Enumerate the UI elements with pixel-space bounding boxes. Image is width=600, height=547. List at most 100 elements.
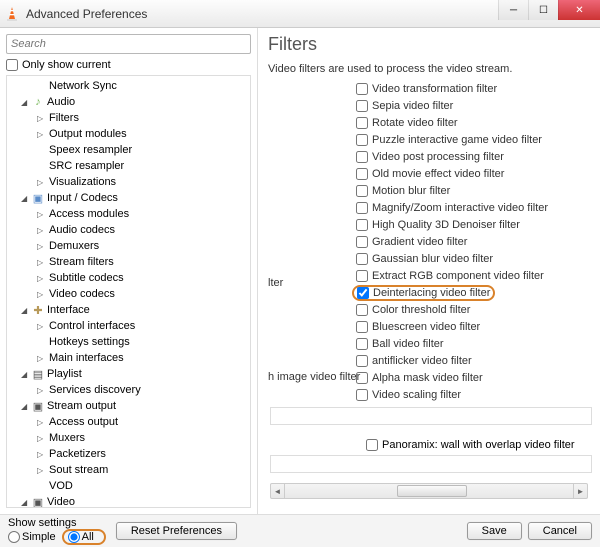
save-button[interactable]: Save — [467, 522, 522, 540]
filter-checkbox[interactable] — [357, 287, 369, 299]
page-subtitle: Video filters are used to process the vi… — [268, 63, 592, 75]
filter-checkbox[interactable] — [356, 338, 368, 350]
filter-label: High Quality 3D Denoiser filter — [372, 219, 520, 231]
tree-item-sout-stream[interactable]: ▷Sout stream — [7, 462, 250, 478]
only-show-current-label: Only show current — [22, 59, 111, 71]
tree-item-audio-filters[interactable]: ▷Filters — [7, 110, 250, 126]
filter-row: Bluescreen video filter — [266, 319, 592, 335]
filter-checkbox[interactable] — [356, 151, 368, 163]
filter-label: Ball video filter — [372, 338, 444, 350]
filter-label: Video transformation filter — [372, 83, 497, 95]
only-show-current-checkbox[interactable] — [6, 59, 18, 71]
minimize-button[interactable]: ─ — [498, 0, 528, 20]
right-panel: Filters Video filters are used to proces… — [258, 28, 600, 514]
filter-checkbox[interactable] — [356, 355, 368, 367]
filter-checkbox[interactable] — [356, 168, 368, 180]
scroll-right-icon[interactable]: ► — [573, 484, 587, 498]
tree-item-access-modules[interactable]: ▷Access modules — [7, 206, 250, 222]
filter-row: Gaussian blur video filter — [266, 251, 592, 267]
radio-simple[interactable]: Simple — [8, 531, 56, 543]
close-button[interactable]: ✕ — [558, 0, 600, 20]
tree-item-stream-output[interactable]: ◢▣Stream output — [7, 398, 250, 414]
tree-item-visualizations[interactable]: ▷Visualizations — [7, 174, 250, 190]
tree-item-audio-codecs[interactable]: ▷Audio codecs — [7, 222, 250, 238]
tree-item-vod[interactable]: VOD — [7, 478, 250, 494]
filter-checkbox[interactable] — [356, 321, 368, 333]
tree-item-hotkeys-settings[interactable]: Hotkeys settings — [7, 334, 250, 350]
tree-item-interface[interactable]: ◢✚Interface — [7, 302, 250, 318]
tree-item-muxers[interactable]: ▷Muxers — [7, 430, 250, 446]
filter-row: Deinterlacing video filter — [266, 285, 592, 301]
filter-label: Video scaling filter — [372, 389, 461, 401]
filter-label: Color threshold filter — [372, 304, 470, 316]
filter-row: High Quality 3D Denoiser filter — [266, 217, 592, 233]
preferences-tree[interactable]: Network Sync ◢♪Audio ▷Filters ▷Output mo… — [6, 75, 251, 508]
tree-item-packetizers[interactable]: ▷Packetizers — [7, 446, 250, 462]
panoramix-label: Panoramix: wall with overlap video filte… — [382, 439, 575, 451]
filter-row: Gradient video filter — [266, 234, 592, 250]
filter-label: Rotate video filter — [372, 117, 458, 129]
tree-item-control-interfaces[interactable]: ▷Control interfaces — [7, 318, 250, 334]
filter-row: Video scaling filter — [266, 387, 592, 403]
vlc-cone-icon — [4, 6, 20, 22]
tree-item-input-codecs[interactable]: ◢▣Input / Codecs — [7, 190, 250, 206]
filter-checkbox[interactable] — [356, 270, 368, 282]
tree-item-network-sync[interactable]: Network Sync — [7, 78, 250, 94]
separator-line — [270, 407, 592, 425]
tree-item-video[interactable]: ◢▣Video — [7, 494, 250, 508]
truncated-label-lter: lter — [268, 277, 283, 289]
filter-row: antiflicker video filter — [266, 353, 592, 369]
panoramix-checkbox[interactable] — [366, 439, 378, 451]
tree-item-video-codecs[interactable]: ▷Video codecs — [7, 286, 250, 302]
scroll-thumb[interactable] — [397, 485, 467, 497]
filter-checkbox[interactable] — [356, 236, 368, 248]
tree-item-demuxers[interactable]: ▷Demuxers — [7, 238, 250, 254]
cancel-button[interactable]: Cancel — [528, 522, 592, 540]
tree-item-playlist[interactable]: ◢▤Playlist — [7, 366, 250, 382]
tree-item-access-output[interactable]: ▷Access output — [7, 414, 250, 430]
filter-label: Puzzle interactive game video filter — [372, 134, 542, 146]
page-title: Filters — [268, 34, 592, 55]
tree-item-speex-resampler[interactable]: Speex resampler — [7, 142, 250, 158]
filter-checkbox[interactable] — [356, 134, 368, 146]
tree-item-services-discovery[interactable]: ▷Services discovery — [7, 382, 250, 398]
filter-row: Video post processing filter — [266, 149, 592, 165]
filter-label: Alpha mask video filter — [372, 372, 483, 384]
tree-item-output-modules[interactable]: ▷Output modules — [7, 126, 250, 142]
footer: Show settings Simple All Reset Preferenc… — [0, 514, 600, 547]
radio-all[interactable]: All — [68, 531, 94, 543]
filter-row: Ball video filter — [266, 336, 592, 352]
filter-label: antiflicker video filter — [372, 355, 472, 367]
filter-checkbox[interactable] — [356, 304, 368, 316]
tree-item-stream-filters[interactable]: ▷Stream filters — [7, 254, 250, 270]
filter-checkbox[interactable] — [356, 389, 368, 401]
filter-label: Gradient video filter — [372, 236, 467, 248]
tree-item-main-interfaces[interactable]: ▷Main interfaces — [7, 350, 250, 366]
horizontal-scrollbar[interactable]: ◄ ► — [270, 483, 588, 499]
reset-preferences-button[interactable]: Reset Preferences — [116, 522, 237, 540]
filter-row: Motion blur filter — [266, 183, 592, 199]
tree-item-audio[interactable]: ◢♪Audio — [7, 94, 250, 110]
filter-label: Motion blur filter — [372, 185, 450, 197]
separator-line-2 — [270, 455, 592, 473]
filter-checkbox[interactable] — [356, 253, 368, 265]
filter-checkbox[interactable] — [356, 117, 368, 129]
filter-label: Magnify/Zoom interactive video filter — [372, 202, 548, 214]
filter-checkbox[interactable] — [356, 185, 368, 197]
filter-row: Old movie effect video filter — [266, 166, 592, 182]
tree-item-subtitle-codecs[interactable]: ▷Subtitle codecs — [7, 270, 250, 286]
filter-label: Sepia video filter — [372, 100, 453, 112]
filter-label: Video post processing filter — [372, 151, 504, 163]
panoramix-row: Panoramix: wall with overlap video filte… — [366, 439, 592, 451]
filter-checkbox[interactable] — [356, 100, 368, 112]
filter-checkbox[interactable] — [356, 202, 368, 214]
scroll-left-icon[interactable]: ◄ — [271, 484, 285, 498]
maximize-button[interactable]: ☐ — [528, 0, 558, 20]
filter-checkbox[interactable] — [356, 83, 368, 95]
tree-item-src-resampler[interactable]: SRC resampler — [7, 158, 250, 174]
show-settings-label: Show settings — [8, 517, 100, 529]
filter-label: Extract RGB component video filter — [372, 270, 544, 282]
search-input[interactable] — [6, 34, 251, 54]
filter-checkbox[interactable] — [356, 219, 368, 231]
filter-row: Color threshold filter — [266, 302, 592, 318]
